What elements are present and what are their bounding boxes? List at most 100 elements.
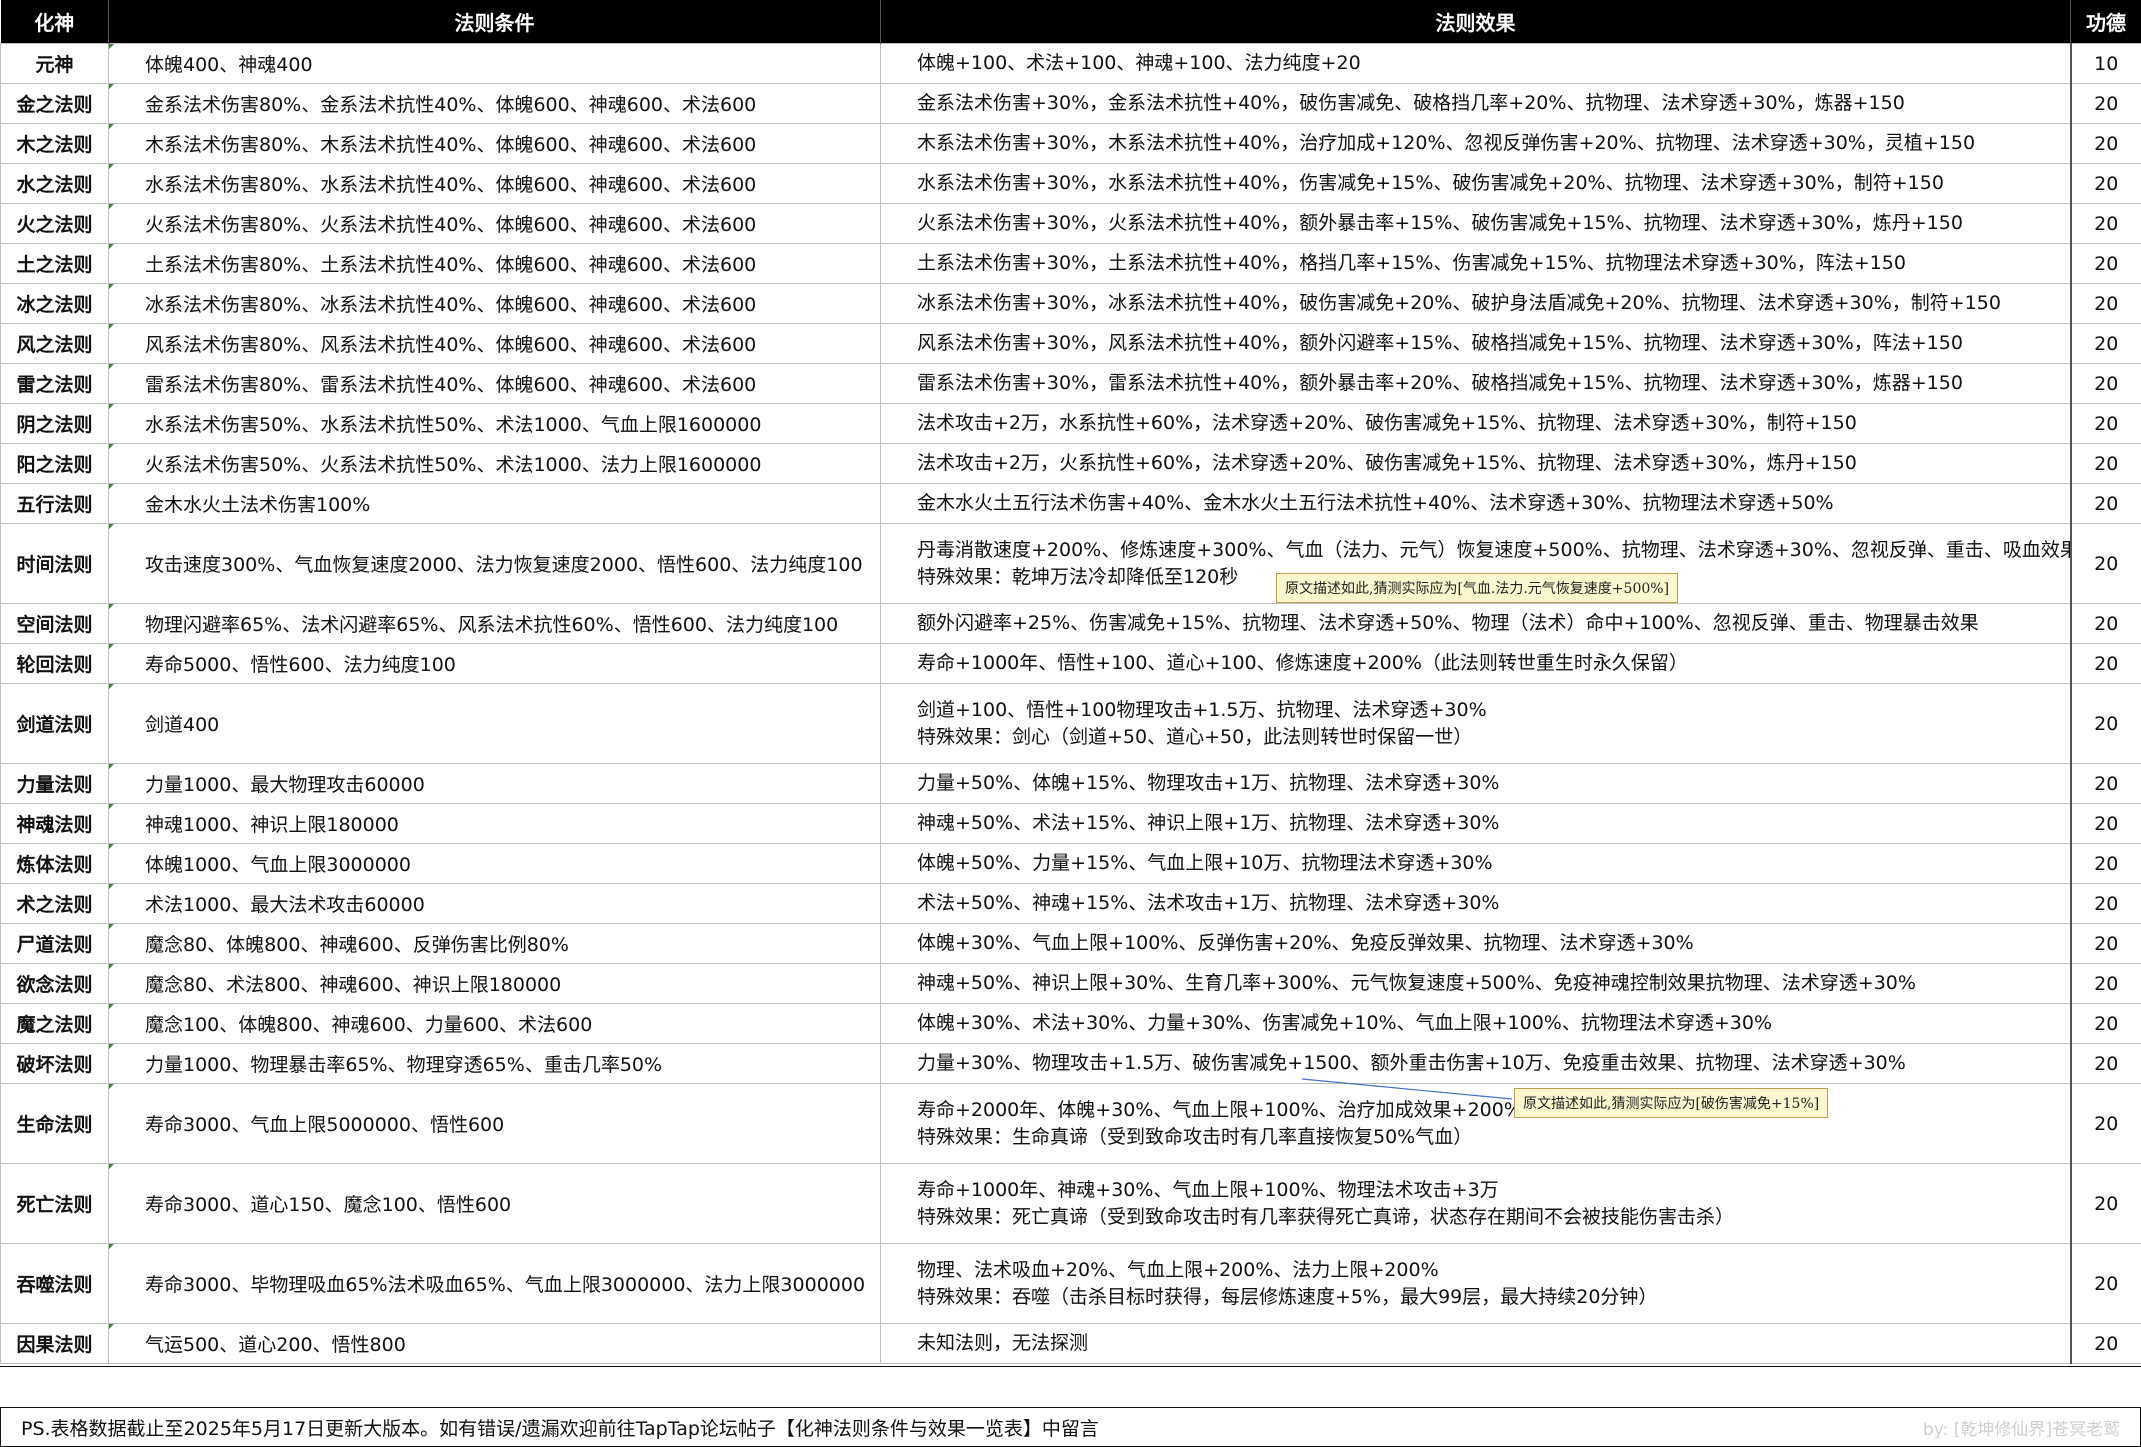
law-condition-cell: 体魄1000、气血上限3000000 xyxy=(108,843,881,884)
law-name-cell: 力量法则 xyxy=(0,763,109,804)
effect-line: 神魂+50%、术法+15%、神识上限+1万、抗物理、法术穿透+30% xyxy=(917,812,1500,834)
law-condition-cell: 木系法术伤害80%、木系法术抗性40%、体魄600、神魂600、术法600 xyxy=(108,123,881,164)
law-name-cell: 炼体法则 xyxy=(0,843,109,884)
law-name-cell: 冰之法则 xyxy=(0,283,109,324)
merit-cell: 20 xyxy=(2069,203,2141,244)
merit-cell: 20 xyxy=(2069,83,2141,124)
law-condition-cell: 寿命5000、悟性600、法力纯度100 xyxy=(108,643,881,684)
table-row: 吞噬法则 寿命3000、毕物理吸血65%法术吸血65%、气血上限3000000、法… xyxy=(0,1243,2141,1324)
merit-cell: 20 xyxy=(2069,483,2141,524)
merit-cell: 20 xyxy=(2069,1043,2141,1084)
effect-line: 未知法则，无法探测 xyxy=(917,1332,1089,1354)
table-row: 神魂法则 神魂1000、神识上限180000 神魂+50%、术法+15%、神识上限+… xyxy=(0,803,2141,844)
table-bottom-border xyxy=(0,1366,2141,1367)
law-condition-cell: 冰系法术伤害80%、冰系法术抗性40%、体魄600、神魂600、术法600 xyxy=(108,283,881,324)
law-condition-cell: 雷系法术伤害80%、雷系法术抗性40%、体魄600、神魂600、术法600 xyxy=(108,363,881,404)
merit-cell: 20 xyxy=(2069,843,2141,884)
effect-line: 金木水火土五行法术伤害+40%、金木水火土五行法术抗性+40%、法术穿透+30%… xyxy=(917,492,1834,514)
table-row: 风之法则 风系法术伤害80%、风系法术抗性40%、体魄600、神魂600、术法60… xyxy=(0,323,2141,364)
law-effect-cell: 术法+50%、神魂+15%、法术攻击+1万、抗物理、法术穿透+30% xyxy=(880,883,2071,924)
law-effect-cell: 神魂+50%、术法+15%、神识上限+1万、抗物理、法术穿透+30% xyxy=(880,803,2071,844)
table-row: 因果法则 气运500、道心200、悟性800 未知法则，无法探测 20 xyxy=(0,1323,2141,1364)
merit-cell: 20 xyxy=(2069,523,2141,604)
merit-cell: 20 xyxy=(2069,363,2141,404)
law-effect-cell: 木系法术伤害+30%，木系法术抗性+40%，治疗加成+120%、忽视反弹伤害+2… xyxy=(880,123,2071,164)
effect-line: 金系法术伤害+30%，金系法术抗性+40%，破伤害减免、破格挡几率+20%、抗物… xyxy=(917,92,1905,114)
law-name-cell: 金之法则 xyxy=(0,83,109,124)
merit-cell: 20 xyxy=(2069,243,2141,284)
merit-cell: 20 xyxy=(2069,923,2141,964)
merit-cell: 20 xyxy=(2069,403,2141,444)
law-name-cell: 尸道法则 xyxy=(0,923,109,964)
law-condition-cell: 寿命3000、毕物理吸血65%法术吸血65%、气血上限3000000、法力上限3… xyxy=(108,1243,881,1324)
header-name: 化神 xyxy=(0,0,109,44)
law-condition-cell: 物理闪避率65%、法术闪避率65%、风系法术抗性60%、悟性600、法力纯度10… xyxy=(108,603,881,644)
law-name-cell: 欲念法则 xyxy=(0,963,109,1004)
header-effect: 法则效果 xyxy=(880,0,2071,44)
law-effect-cell: 物理、法术吸血+20%、气血上限+200%、法力上限+200% 特殊效果：吞噬（击… xyxy=(880,1243,2071,1324)
effect-line: 木系法术伤害+30%，木系法术抗性+40%，治疗加成+120%、忽视反弹伤害+2… xyxy=(917,132,1976,154)
law-effect-cell: 寿命+1000年、悟性+100、道心+100、修炼速度+200%（此法则转世重生… xyxy=(880,643,2071,684)
effect-line: 体魄+100、术法+100、神魂+100、法力纯度+20 xyxy=(917,52,1361,74)
law-condition-cell: 火系法术伤害50%、火系法术抗性50%、术法1000、法力上限1600000 xyxy=(108,443,881,484)
law-effect-cell: 火系法术伤害+30%，火系法术抗性+40%，额外暴击率+15%、破伤害减免+15… xyxy=(880,203,2071,244)
effect-line: 冰系法术伤害+30%，冰系法术抗性+40%，破伤害减免+20%、破护身法盾减免+… xyxy=(917,292,2001,314)
law-name-cell: 五行法则 xyxy=(0,483,109,524)
table-row: 欲念法则 魔念80、术法800、神魂600、神识上限180000 神魂+50%、神识… xyxy=(0,963,2141,1004)
merit-cell: 20 xyxy=(2069,963,2141,1004)
law-effect-cell: 金系法术伤害+30%，金系法术抗性+40%，破伤害减免、破格挡几率+20%、抗物… xyxy=(880,83,2071,124)
law-name-cell: 阴之法则 xyxy=(0,403,109,444)
law-name-cell: 魔之法则 xyxy=(0,1003,109,1044)
law-name-cell: 空间法则 xyxy=(0,603,109,644)
law-name-cell: 吞噬法则 xyxy=(0,1243,109,1324)
effect-line: 法术攻击+2万，火系抗性+60%，法术穿透+20%、破伤害减免+15%、抗物理、… xyxy=(917,452,1857,474)
law-condition-cell: 魔念100、体魄800、神魂600、力量600、术法600 xyxy=(108,1003,881,1044)
header-condition: 法则条件 xyxy=(108,0,881,44)
law-effect-cell: 体魄+30%、术法+30%、力量+30%、伤害减免+10%、气血上限+100%、… xyxy=(880,1003,2071,1044)
law-condition-cell: 寿命3000、气血上限5000000、悟性600 xyxy=(108,1083,881,1164)
law-effect-cell: 神魂+50%、神识上限+30%、生育几率+300%、元气恢复速度+500%、免疫… xyxy=(880,963,2071,1004)
table-row: 土之法则 土系法术伤害80%、土系法术抗性40%、体魄600、神魂600、术法60… xyxy=(0,243,2141,284)
table-row: 死亡法则 寿命3000、道心150、魔念100、悟性600 寿命+1000年、神魂+… xyxy=(0,1163,2141,1244)
table-row: 破坏法则 力量1000、物理暴击率65%、物理穿透65%、重击几率50% 力量+30… xyxy=(0,1043,2141,1084)
law-effect-cell: 体魄+100、术法+100、神魂+100、法力纯度+20 xyxy=(880,43,2071,84)
merit-cell: 20 xyxy=(2069,323,2141,364)
table-header-row: 化神 法则条件 法则效果 功德 xyxy=(0,0,2141,44)
law-table-sheet: 化神 法则条件 法则效果 功德 元神 体魄400、神魂400 体魄+100、术法+1… xyxy=(0,0,2141,1364)
table-row: 魔之法则 魔念100、体魄800、神魂600、力量600、术法600 体魄+30%、… xyxy=(0,1003,2141,1044)
merit-cell: 20 xyxy=(2069,763,2141,804)
effect-line: 力量+30%、物理攻击+1.5万、破伤害减免+1500、额外重击伤害+10万、免… xyxy=(917,1052,1906,1074)
law-condition-cell: 金木水火土法术伤害100% xyxy=(108,483,881,524)
table-row: 雷之法则 雷系法术伤害80%、雷系法术抗性40%、体魄600、神魂600、术法60… xyxy=(0,363,2141,404)
merit-cell: 20 xyxy=(2069,683,2141,764)
effect-line: 神魂+50%、神识上限+30%、生育几率+300%、元气恢复速度+500%、免疫… xyxy=(917,972,1916,994)
effect-line: 体魄+30%、气血上限+100%、反弹伤害+20%、免疫反弹效果、抗物理、法术穿… xyxy=(917,932,1694,954)
table-row: 轮回法则 寿命5000、悟性600、法力纯度100 寿命+1000年、悟性+100、… xyxy=(0,643,2141,684)
law-name-cell: 时间法则 xyxy=(0,523,109,604)
comment-note-destroy-law: 原文描述如此,猜测实际应为[破伤害减免+15%] xyxy=(1514,1088,1829,1118)
merit-cell: 20 xyxy=(2069,1083,2141,1164)
effect-line: 物理、法术吸血+20%、气血上限+200%、法力上限+200% xyxy=(917,1258,1439,1281)
law-condition-cell: 攻击速度300%、气血恢复速度2000、法力恢复速度2000、悟性600、法力纯… xyxy=(108,523,881,604)
effect-line: 体魄+50%、力量+15%、气血上限+10万、抗物理法术穿透+30% xyxy=(917,852,1493,874)
merit-cell: 20 xyxy=(2069,283,2141,324)
law-effect-cell: 风系法术伤害+30%，风系法术抗性+40%，额外闪避率+15%、破格挡减免+15… xyxy=(880,323,2071,364)
law-effect-cell: 额外闪避率+25%、伤害减免+15%、抗物理、法术穿透+50%、物理（法术）命中… xyxy=(880,603,2071,644)
law-condition-cell: 寿命3000、道心150、魔念100、悟性600 xyxy=(108,1163,881,1244)
law-effect-cell: 力量+50%、体魄+15%、物理攻击+1万、抗物理、法术穿透+30% xyxy=(880,763,2071,804)
law-condition-cell: 魔念80、体魄800、神魂600、反弹伤害比例80% xyxy=(108,923,881,964)
law-effect-cell: 金木水火土五行法术伤害+40%、金木水火土五行法术抗性+40%、法术穿透+30%… xyxy=(880,483,2071,524)
law-name-cell: 水之法则 xyxy=(0,163,109,204)
law-effect-cell: 寿命+1000年、神魂+30%、气血上限+100%、物理法术攻击+3万 特殊效果：… xyxy=(880,1163,2071,1244)
effect-line: 土系法术伤害+30%，土系法术抗性+40%，格挡几率+15%、伤害减免+15%、… xyxy=(917,252,1906,274)
table-row: 金之法则 金系法术伤害80%、金系法术抗性40%、体魄600、神魂600、术法60… xyxy=(0,83,2141,124)
effect-line: 特殊效果：剑心（剑道+50、道心+50，此法则转世时保留一世） xyxy=(917,725,1473,748)
comment-connector xyxy=(1301,1078,1513,1100)
law-condition-cell: 金系法术伤害80%、金系法术抗性40%、体魄600、神魂600、术法600 xyxy=(108,83,881,124)
law-condition-cell: 力量1000、物理暴击率65%、物理穿透65%、重击几率50% xyxy=(108,1043,881,1084)
law-condition-cell: 术法1000、最大法术攻击60000 xyxy=(108,883,881,924)
law-name-cell: 雷之法则 xyxy=(0,363,109,404)
effect-line: 雷系法术伤害+30%，雷系法术抗性+40%，额外暴击率+20%、破格挡减免+15… xyxy=(917,372,1963,394)
effect-line: 力量+50%、体魄+15%、物理攻击+1万、抗物理、法术穿透+30% xyxy=(917,772,1500,794)
law-effect-cell: 雷系法术伤害+30%，雷系法术抗性+40%，额外暴击率+20%、破格挡减免+15… xyxy=(880,363,2071,404)
